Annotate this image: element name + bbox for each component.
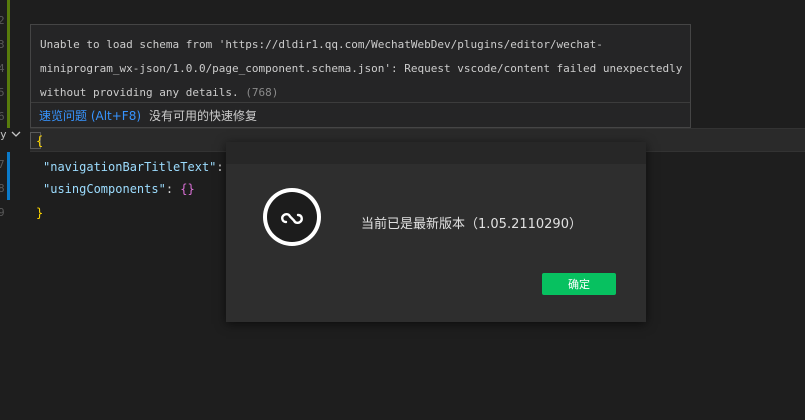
update-check-dialog: 当前已是最新版本（1.05.2110290） 确定 xyxy=(226,142,646,322)
schema-error-hover: Unable to load schema from 'https://dldi… xyxy=(30,24,691,128)
close-brace: } xyxy=(36,206,44,220)
json-colon: : xyxy=(165,182,181,196)
code-line: "usingComponents": {} xyxy=(43,182,195,196)
hover-message-line: miniprogram_wx-json/1.0.0/page_component… xyxy=(40,62,683,75)
code-line: "navigationBarTitleText": "首 xyxy=(43,158,250,175)
peek-problem-link[interactable]: 速览问题 (Alt+F8) xyxy=(39,107,141,124)
no-quick-fix-text: 没有可用的快速修复 xyxy=(149,109,258,123)
json-key: "navigationBarTitleText" xyxy=(43,160,217,174)
fold-marker: y xyxy=(0,128,7,141)
open-brace: { xyxy=(36,134,44,148)
dialog-message: 当前已是最新版本（1.05.2110290） xyxy=(361,217,582,232)
hover-message-line: Unable to load schema from 'https://dldi… xyxy=(40,38,603,51)
dialog-titlebar xyxy=(226,142,646,164)
line-number: 8 xyxy=(0,182,5,195)
line-number: 6 xyxy=(0,110,5,123)
hover-message: Unable to load schema from 'https://dldi… xyxy=(40,33,690,105)
git-added-indicator xyxy=(7,0,10,128)
error-code: (768) xyxy=(245,86,279,99)
line-number: 2 xyxy=(0,14,5,27)
code-line: { xyxy=(36,134,43,148)
chevron-down-icon[interactable] xyxy=(10,128,22,140)
ok-button[interactable]: 确定 xyxy=(542,273,616,295)
line-number: 3 xyxy=(0,38,5,51)
hover-message-line: without providing any details. xyxy=(40,86,239,99)
line-number: 9 xyxy=(0,206,5,219)
wechat-miniprogram-logo-icon xyxy=(263,188,321,246)
git-modified-indicator xyxy=(7,152,10,200)
line-number-gutter: 2 3 4 5 6 7 8 9 xyxy=(0,0,30,420)
line-number: 5 xyxy=(0,86,5,99)
json-key: "usingComponents" xyxy=(43,182,166,196)
hover-actions-bar: 速览问题 (Alt+F8) 没有可用的快速修复 xyxy=(31,102,690,127)
json-object-value: {} xyxy=(180,182,195,196)
line-number: 7 xyxy=(0,158,5,171)
code-line: } xyxy=(36,206,43,220)
line-number: 4 xyxy=(0,62,5,75)
